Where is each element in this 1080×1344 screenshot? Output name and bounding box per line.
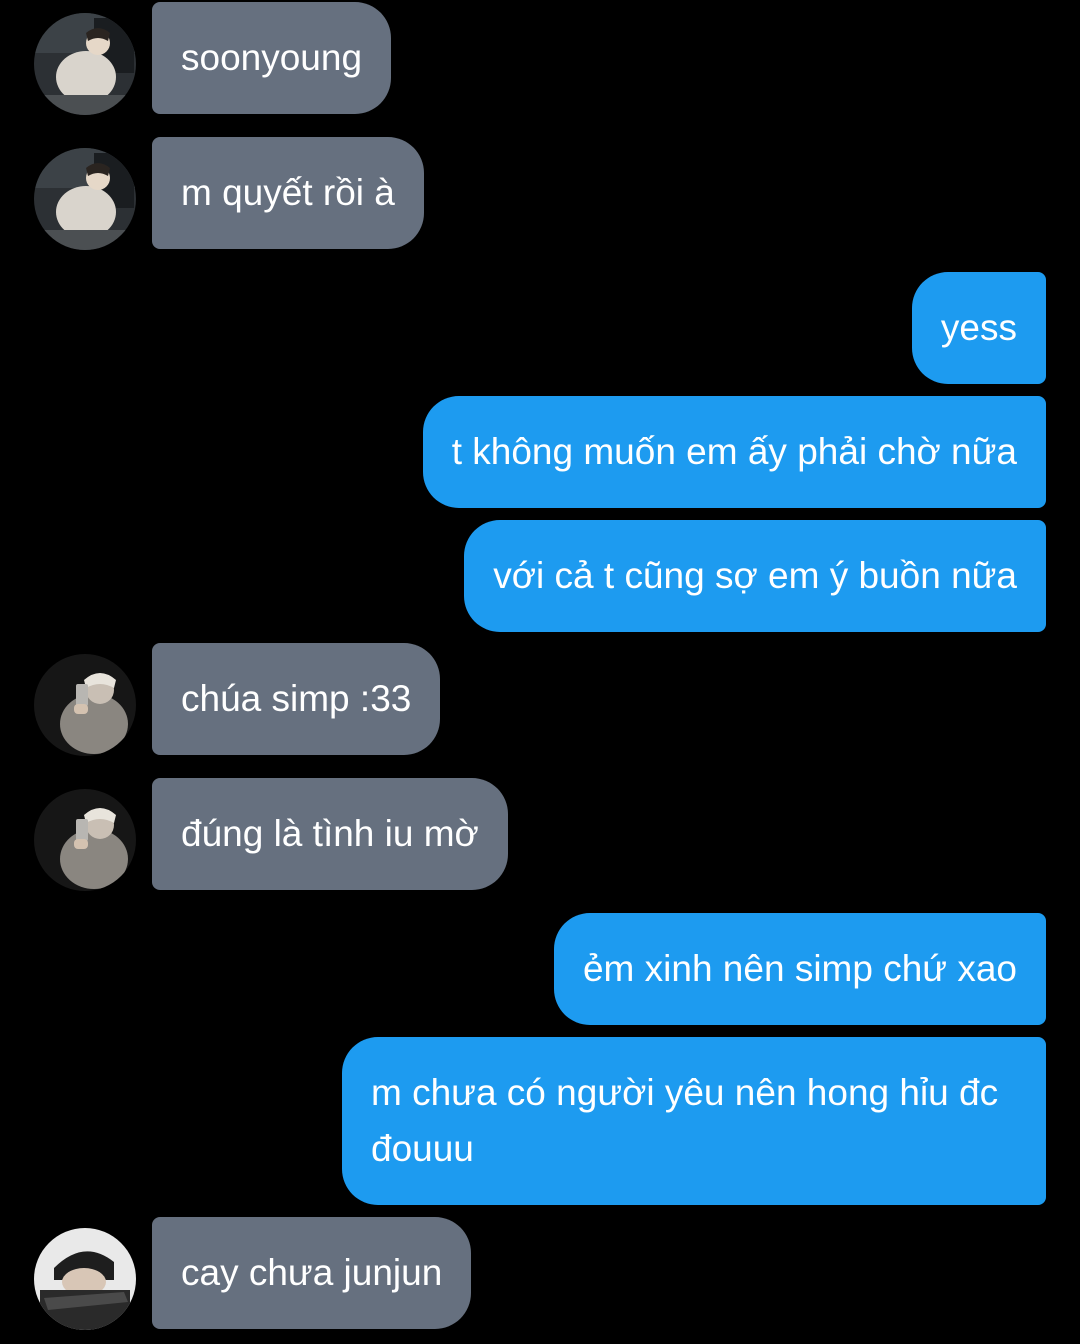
- incoming-message[interactable]: chúa simp :33: [152, 643, 441, 755]
- avatar[interactable]: [34, 654, 136, 756]
- chat-thread: soonyoung m quyết rồi à yess t không muố…: [0, 0, 1080, 1344]
- incoming-message[interactable]: cay chưa junjun: [152, 1217, 472, 1329]
- avatar[interactable]: [34, 13, 136, 115]
- incoming-message[interactable]: đúng là tình iu mờ: [152, 778, 508, 890]
- avatar-junjun-icon: [34, 1228, 136, 1330]
- avatar-soonyoung-icon: [34, 13, 136, 115]
- outgoing-message[interactable]: t không muốn em ấy phải chờ nữa: [422, 396, 1046, 508]
- avatar[interactable]: [34, 789, 136, 891]
- incoming-message[interactable]: m quyết rồi à: [152, 137, 424, 249]
- avatar-mirror-selfie-icon: [34, 789, 136, 891]
- avatar[interactable]: [34, 148, 136, 250]
- incoming-message[interactable]: soonyoung: [152, 2, 392, 114]
- outgoing-message[interactable]: ẻm xinh nên simp chứ xao: [553, 913, 1046, 1025]
- avatar-mirror-selfie-icon: [34, 654, 136, 756]
- outgoing-message[interactable]: yess: [911, 272, 1046, 384]
- outgoing-message[interactable]: m chưa có người yêu nên hong hỉu đc đouu…: [342, 1037, 1046, 1205]
- avatar-soonyoung-icon: [34, 148, 136, 250]
- outgoing-message[interactable]: với cả t cũng sợ em ý buồn nữa: [464, 520, 1046, 632]
- avatar[interactable]: [34, 1228, 136, 1330]
